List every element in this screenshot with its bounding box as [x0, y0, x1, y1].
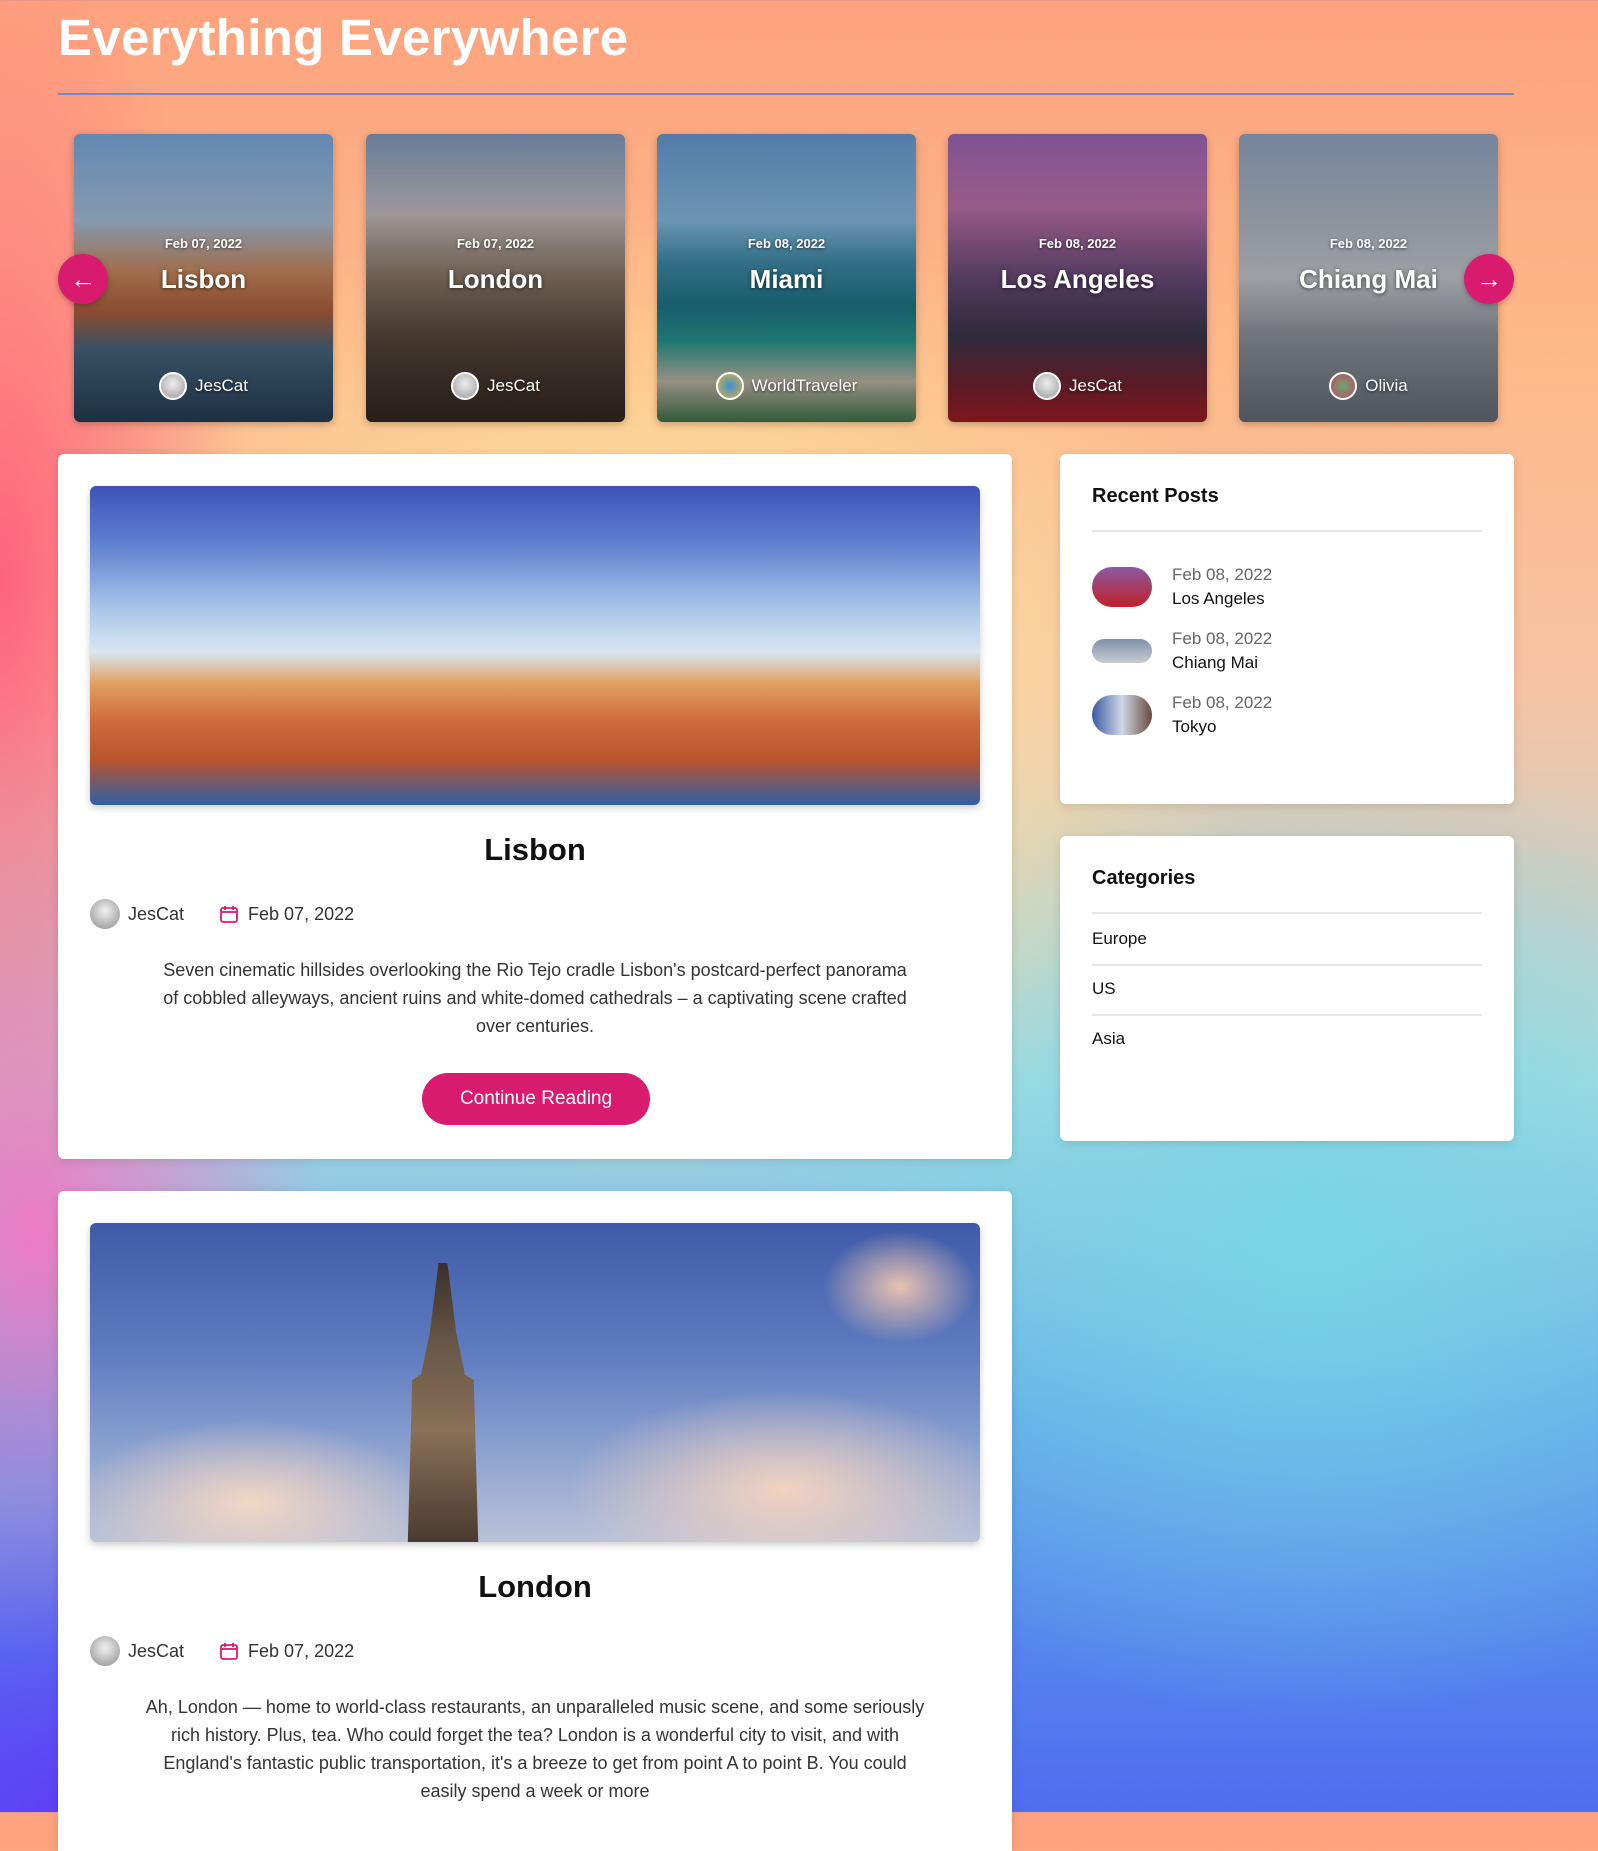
avatar	[159, 372, 188, 400]
calendar-icon	[220, 1643, 238, 1660]
avatar	[1329, 372, 1358, 400]
clock-tower-shape	[407, 1263, 479, 1542]
category-asia[interactable]: Asia	[1092, 1014, 1482, 1064]
recent-post-title[interactable]: Los Angeles	[1172, 587, 1272, 611]
slide-los-angeles[interactable]: Feb 08, 2022 Los Angeles JesCat	[948, 134, 1207, 422]
slide-london[interactable]: Feb 07, 2022 London JesCat	[366, 134, 625, 422]
post-card-london: London JesCat Feb 07, 2022 Ah, London — …	[58, 1191, 1012, 1851]
post-card-lisbon: Lisbon JesCat Feb 07, 2022 Seven cinemat…	[58, 454, 1012, 1159]
slide-title[interactable]: Lisbon	[74, 264, 333, 295]
slide-author[interactable]: JesCat	[74, 372, 333, 400]
recent-post-title[interactable]: Chiang Mai	[1172, 651, 1272, 675]
avatar	[451, 372, 480, 400]
slide-date: Feb 08, 2022	[1038, 236, 1117, 251]
featured-slider: Feb 07, 2022 Lisbon JesCat Feb 07, 2022 …	[58, 134, 1514, 422]
slide-author[interactable]: Olivia	[1239, 372, 1498, 400]
slide-date: Feb 07, 2022	[456, 236, 535, 251]
post-date: Feb 07, 2022	[218, 1640, 354, 1662]
recent-post-date: Feb 08, 2022	[1172, 629, 1273, 648]
category-europe[interactable]: Europe	[1092, 914, 1482, 966]
post-date: Feb 07, 2022	[218, 903, 354, 925]
widget-divider	[1092, 530, 1482, 532]
recent-post-title[interactable]: Tokyo	[1172, 715, 1272, 739]
slide-title[interactable]: Miami	[657, 264, 916, 295]
slider-next-button[interactable]: →	[1464, 254, 1514, 304]
recent-post-date: Feb 08, 2022	[1172, 565, 1273, 584]
slide-date: Feb 08, 2022	[1329, 236, 1408, 251]
post-author[interactable]: JesCat	[90, 1636, 184, 1666]
arrow-right-icon: →	[1476, 263, 1502, 294]
post-excerpt: Seven cinematic hillsides overlooking th…	[163, 960, 907, 1036]
arrow-left-icon: ←	[70, 263, 96, 294]
category-us[interactable]: US	[1092, 964, 1482, 1016]
slide-title[interactable]: London	[366, 264, 625, 295]
recent-posts-widget: Recent Posts Feb 08, 2022 Los Angeles Fe…	[1060, 454, 1514, 804]
post-excerpt: Ah, London — home to world-class restaur…	[145, 1697, 925, 1801]
post-image[interactable]	[90, 1223, 980, 1542]
recent-post-item[interactable]: Feb 08, 2022 Tokyo	[1092, 691, 1272, 739]
recent-post-date: Feb 08, 2022	[1172, 693, 1273, 712]
post-meta: JesCat Feb 07, 2022	[90, 1636, 354, 1666]
slide-date: Feb 07, 2022	[164, 236, 243, 251]
continue-reading-button[interactable]: Continue Reading	[422, 1073, 650, 1125]
recent-post-item[interactable]: Feb 08, 2022 Chiang Mai	[1092, 627, 1272, 675]
slide-title[interactable]: Los Angeles	[948, 264, 1207, 295]
slider-prev-button[interactable]: ←	[58, 254, 108, 304]
post-author[interactable]: JesCat	[90, 899, 184, 929]
slide-chiang-mai[interactable]: Feb 08, 2022 Chiang Mai Olivia	[1239, 134, 1498, 422]
avatar	[90, 1636, 120, 1666]
recent-post-thumb	[1092, 639, 1152, 663]
avatar	[1033, 372, 1062, 400]
slide-author[interactable]: JesCat	[948, 372, 1207, 400]
title-divider	[58, 93, 1514, 95]
avatar	[90, 899, 120, 929]
post-meta: JesCat Feb 07, 2022	[90, 899, 354, 929]
post-image[interactable]	[90, 486, 980, 805]
slide-date: Feb 08, 2022	[747, 236, 826, 251]
slide-lisbon[interactable]: Feb 07, 2022 Lisbon JesCat	[74, 134, 333, 422]
categories-widget: Categories Europe US Asia	[1060, 836, 1514, 1141]
recent-post-thumb	[1092, 567, 1152, 607]
widget-title: Categories	[1092, 867, 1196, 889]
recent-post-item[interactable]: Feb 08, 2022 Los Angeles	[1092, 563, 1272, 611]
site-title[interactable]: Everything Everywhere	[58, 8, 628, 67]
recent-post-thumb	[1092, 695, 1152, 735]
calendar-icon	[220, 906, 238, 923]
slide-miami[interactable]: Feb 08, 2022 Miami WorldTraveler	[657, 134, 916, 422]
slide-author[interactable]: WorldTraveler	[657, 372, 916, 400]
post-title[interactable]: London	[58, 1569, 1012, 1605]
post-title[interactable]: Lisbon	[58, 832, 1012, 868]
slide-title[interactable]: Chiang Mai	[1239, 264, 1498, 295]
avatar	[715, 372, 744, 400]
slide-author[interactable]: JesCat	[366, 372, 625, 400]
widget-title: Recent Posts	[1092, 485, 1219, 507]
